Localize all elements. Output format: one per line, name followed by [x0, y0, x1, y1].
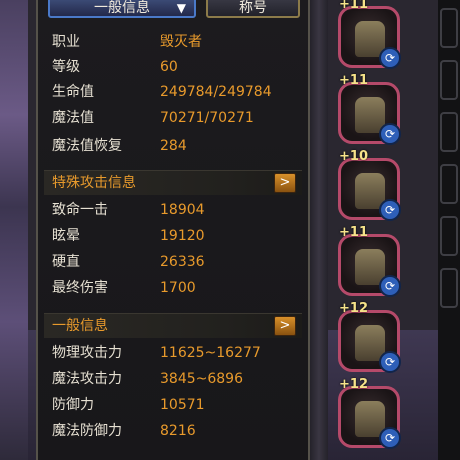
chevron-right-icon: > [279, 175, 291, 190]
stat-value: 18904 [160, 202, 205, 218]
enhance-level: +11 [339, 73, 368, 88]
refresh-icon[interactable]: ⟳ [379, 351, 401, 373]
refresh-icon[interactable]: ⟳ [379, 427, 401, 449]
expand-arrow-button[interactable]: > [274, 173, 296, 193]
stat-value: 1700 [160, 280, 196, 296]
stat-label: 生命值 [52, 84, 94, 100]
tab-general-label: 一般信息 [94, 0, 150, 16]
refresh-icon[interactable]: ⟳ [379, 275, 401, 297]
stat-label: 等级 [52, 59, 80, 75]
section-general-info: 一般信息 > [44, 313, 302, 338]
stat-label: 魔法攻击力 [52, 371, 122, 387]
stat-value: 249784/249784 [160, 84, 272, 100]
tab-general-info[interactable]: 一般信息 ▼ [48, 0, 196, 18]
stat-label: 眩晕 [52, 228, 80, 244]
equipment-slot[interactable]: +10 ⟳ [338, 149, 401, 221]
stat-label: 硬直 [52, 254, 80, 270]
equipment-slot[interactable]: +11 ⟳ [338, 73, 401, 145]
refresh-icon[interactable]: ⟳ [379, 199, 401, 221]
character-stats-panel: 一般信息 ▼ 称号 职业 毁灭者 等级 60 生命值 249784/249784… [36, 0, 310, 460]
section-special-attack: 特殊攻击信息 > [44, 170, 302, 195]
enhance-level: +10 [339, 149, 368, 164]
stat-value: 3845~6896 [160, 371, 243, 387]
stat-label: 魔法值恢复 [52, 138, 122, 154]
refresh-icon[interactable]: ⟳ [379, 47, 401, 69]
stat-label: 防御力 [52, 397, 94, 413]
stat-label: 最终伤害 [52, 280, 108, 296]
rail-slot[interactable] [440, 60, 458, 100]
rail-slot[interactable] [440, 216, 458, 256]
equipment-slot[interactable]: +11 ⟳ [338, 0, 401, 69]
stat-label: 致命一击 [52, 202, 108, 218]
rail-slot[interactable] [440, 268, 458, 308]
stat-value: 19120 [160, 228, 205, 244]
stat-label: 物理攻击力 [52, 345, 122, 361]
stat-label: 魔法值 [52, 110, 94, 126]
equipment-slot[interactable]: +12 ⟳ [338, 377, 401, 449]
stat-value: 284 [160, 138, 187, 154]
enhance-level: +12 [339, 301, 368, 316]
refresh-icon[interactable]: ⟳ [379, 123, 401, 145]
equipment-column: +11 ⟳ +11 ⟳ +10 ⟳ +11 ⟳ +12 ⟳ +12 ⟳ [330, 0, 410, 460]
expand-arrow-button[interactable]: > [274, 316, 296, 336]
game-background-left [0, 0, 28, 460]
rail-slot[interactable] [440, 164, 458, 204]
stat-value: 8216 [160, 423, 196, 439]
tab-title[interactable]: 称号 [206, 0, 300, 18]
equipment-slot[interactable]: +11 ⟳ [338, 225, 401, 297]
equipment-slot[interactable]: +12 ⟳ [338, 301, 401, 373]
right-side-rail [438, 0, 460, 460]
enhance-level: +11 [339, 0, 368, 12]
stat-label: 职业 [52, 34, 80, 50]
rail-slot[interactable] [440, 112, 458, 152]
enhance-level: +12 [339, 377, 368, 392]
stat-value: 60 [160, 59, 178, 75]
panel-divider [310, 0, 328, 460]
rail-slot[interactable] [440, 8, 458, 48]
section-title: 一般信息 [52, 318, 108, 334]
tab-title-label: 称号 [239, 0, 267, 16]
stat-value: 10571 [160, 397, 205, 413]
chevron-down-icon: ▼ [176, 1, 186, 15]
stat-value: 毁灭者 [160, 34, 202, 50]
stat-value: 11625~16277 [160, 345, 261, 361]
enhance-level: +11 [339, 225, 368, 240]
chevron-right-icon: > [279, 318, 291, 333]
stat-value: 26336 [160, 254, 205, 270]
stat-value: 70271/70271 [160, 110, 254, 126]
section-title: 特殊攻击信息 [52, 175, 136, 191]
stat-label: 魔法防御力 [52, 423, 122, 439]
